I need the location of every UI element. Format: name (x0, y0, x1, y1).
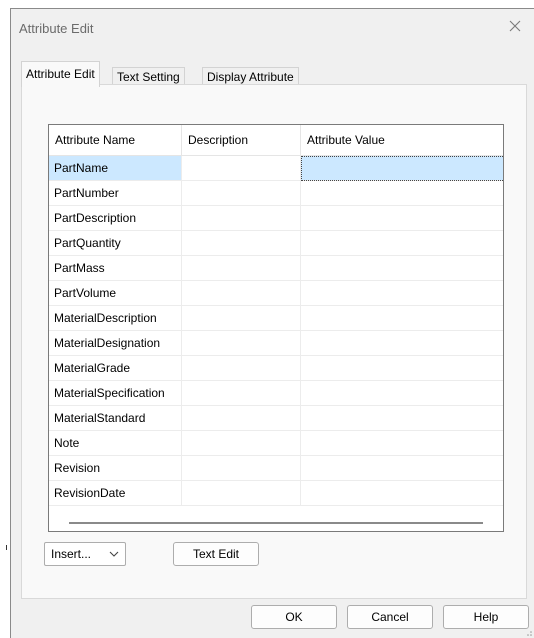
resize-grip-icon[interactable] (524, 628, 532, 636)
attribute-value-cell[interactable] (301, 306, 503, 331)
insert-dropdown[interactable]: Insert... (44, 542, 126, 566)
attribute-value-cell[interactable] (301, 406, 503, 431)
attribute-name-cell[interactable]: MaterialSpecification (49, 381, 182, 406)
attribute-value-cell[interactable] (301, 231, 503, 256)
description-cell[interactable] (182, 156, 301, 181)
attribute-name-cell[interactable]: Revision (49, 456, 182, 481)
description-cell[interactable] (182, 256, 301, 281)
attribute-value-cell[interactable] (301, 206, 503, 231)
description-cell[interactable] (182, 231, 301, 256)
table-row[interactable]: PartNumber (49, 181, 503, 206)
attribute-name-cell[interactable]: PartMass (49, 256, 182, 281)
description-cell[interactable] (182, 181, 301, 206)
attribute-name-cell[interactable]: PartQuantity (49, 231, 182, 256)
attribute-name-cell[interactable]: PartName (49, 156, 182, 181)
attribute-name-cell[interactable]: MaterialDescription (49, 306, 182, 331)
description-cell[interactable] (182, 456, 301, 481)
description-cell[interactable] (182, 281, 301, 306)
description-cell[interactable] (182, 306, 301, 331)
description-cell[interactable] (182, 356, 301, 381)
column-header-description[interactable]: Description (182, 125, 301, 155)
table-row[interactable]: Revision (49, 456, 503, 481)
close-icon (509, 20, 521, 32)
attribute-name-cell[interactable]: PartDescription (49, 206, 182, 231)
table-row[interactable]: MaterialDesignation (49, 331, 503, 356)
window-edge-mark (6, 545, 7, 550)
table-row[interactable]: MaterialStandard (49, 406, 503, 431)
help-button[interactable]: Help (443, 605, 529, 629)
table-row[interactable]: MaterialSpecification (49, 381, 503, 406)
scrollbar-thumb[interactable] (69, 522, 483, 524)
description-cell[interactable] (182, 481, 301, 506)
tab-attribute-edit[interactable]: Attribute Edit (21, 61, 100, 87)
attribute-name-cell[interactable]: MaterialStandard (49, 406, 182, 431)
cancel-button[interactable]: Cancel (347, 605, 433, 629)
table-row[interactable]: PartQuantity (49, 231, 503, 256)
description-cell[interactable] (182, 431, 301, 456)
description-cell[interactable] (182, 406, 301, 431)
table-row[interactable]: PartMass (49, 256, 503, 281)
insert-dropdown-value: Insert... (51, 547, 92, 561)
chevron-down-icon (109, 551, 119, 557)
attribute-value-cell[interactable] (301, 481, 503, 506)
description-cell[interactable] (182, 331, 301, 356)
title-bar[interactable]: Attribute Edit (11, 9, 534, 45)
attribute-value-cell[interactable] (301, 381, 503, 406)
attribute-value-cell[interactable] (301, 331, 503, 356)
attribute-value-cell[interactable] (301, 256, 503, 281)
table-row[interactable]: RevisionDate (49, 481, 503, 506)
table-row[interactable]: MaterialDescription (49, 306, 503, 331)
close-button[interactable] (504, 15, 526, 37)
ok-button[interactable]: OK (251, 605, 337, 629)
horizontal-scrollbar[interactable] (49, 515, 503, 531)
column-header-attribute-name[interactable]: Attribute Name (49, 125, 182, 155)
column-header-attribute-value[interactable]: Attribute Value (301, 125, 503, 155)
table-row[interactable]: Note (49, 431, 503, 456)
attribute-name-cell[interactable]: RevisionDate (49, 481, 182, 506)
attribute-edit-dialog: Attribute Edit Attribute Edit Text Setti… (10, 8, 534, 638)
attribute-value-cell[interactable] (301, 181, 503, 206)
attribute-value-cell[interactable] (301, 456, 503, 481)
table-row[interactable]: PartDescription (49, 206, 503, 231)
attribute-name-cell[interactable]: PartNumber (49, 181, 182, 206)
attribute-value-cell[interactable] (301, 431, 503, 456)
attribute-name-cell[interactable]: MaterialDesignation (49, 331, 182, 356)
attribute-name-cell[interactable]: MaterialGrade (49, 356, 182, 381)
table-row[interactable]: MaterialGrade (49, 356, 503, 381)
description-cell[interactable] (182, 206, 301, 231)
attribute-grid[interactable]: Attribute Name Description Attribute Val… (48, 124, 504, 532)
grid-header: Attribute Name Description Attribute Val… (49, 125, 503, 156)
attribute-value-cell[interactable] (301, 281, 503, 306)
description-cell[interactable] (182, 381, 301, 406)
window-title: Attribute Edit (19, 21, 94, 36)
attribute-value-cell[interactable] (301, 356, 503, 381)
table-row[interactable]: PartName (49, 156, 503, 181)
table-row[interactable]: PartVolume (49, 281, 503, 306)
attribute-name-cell[interactable]: PartVolume (49, 281, 182, 306)
attribute-name-cell[interactable]: Note (49, 431, 182, 456)
text-edit-button[interactable]: Text Edit (173, 542, 259, 566)
attribute-value-cell[interactable] (301, 156, 503, 181)
